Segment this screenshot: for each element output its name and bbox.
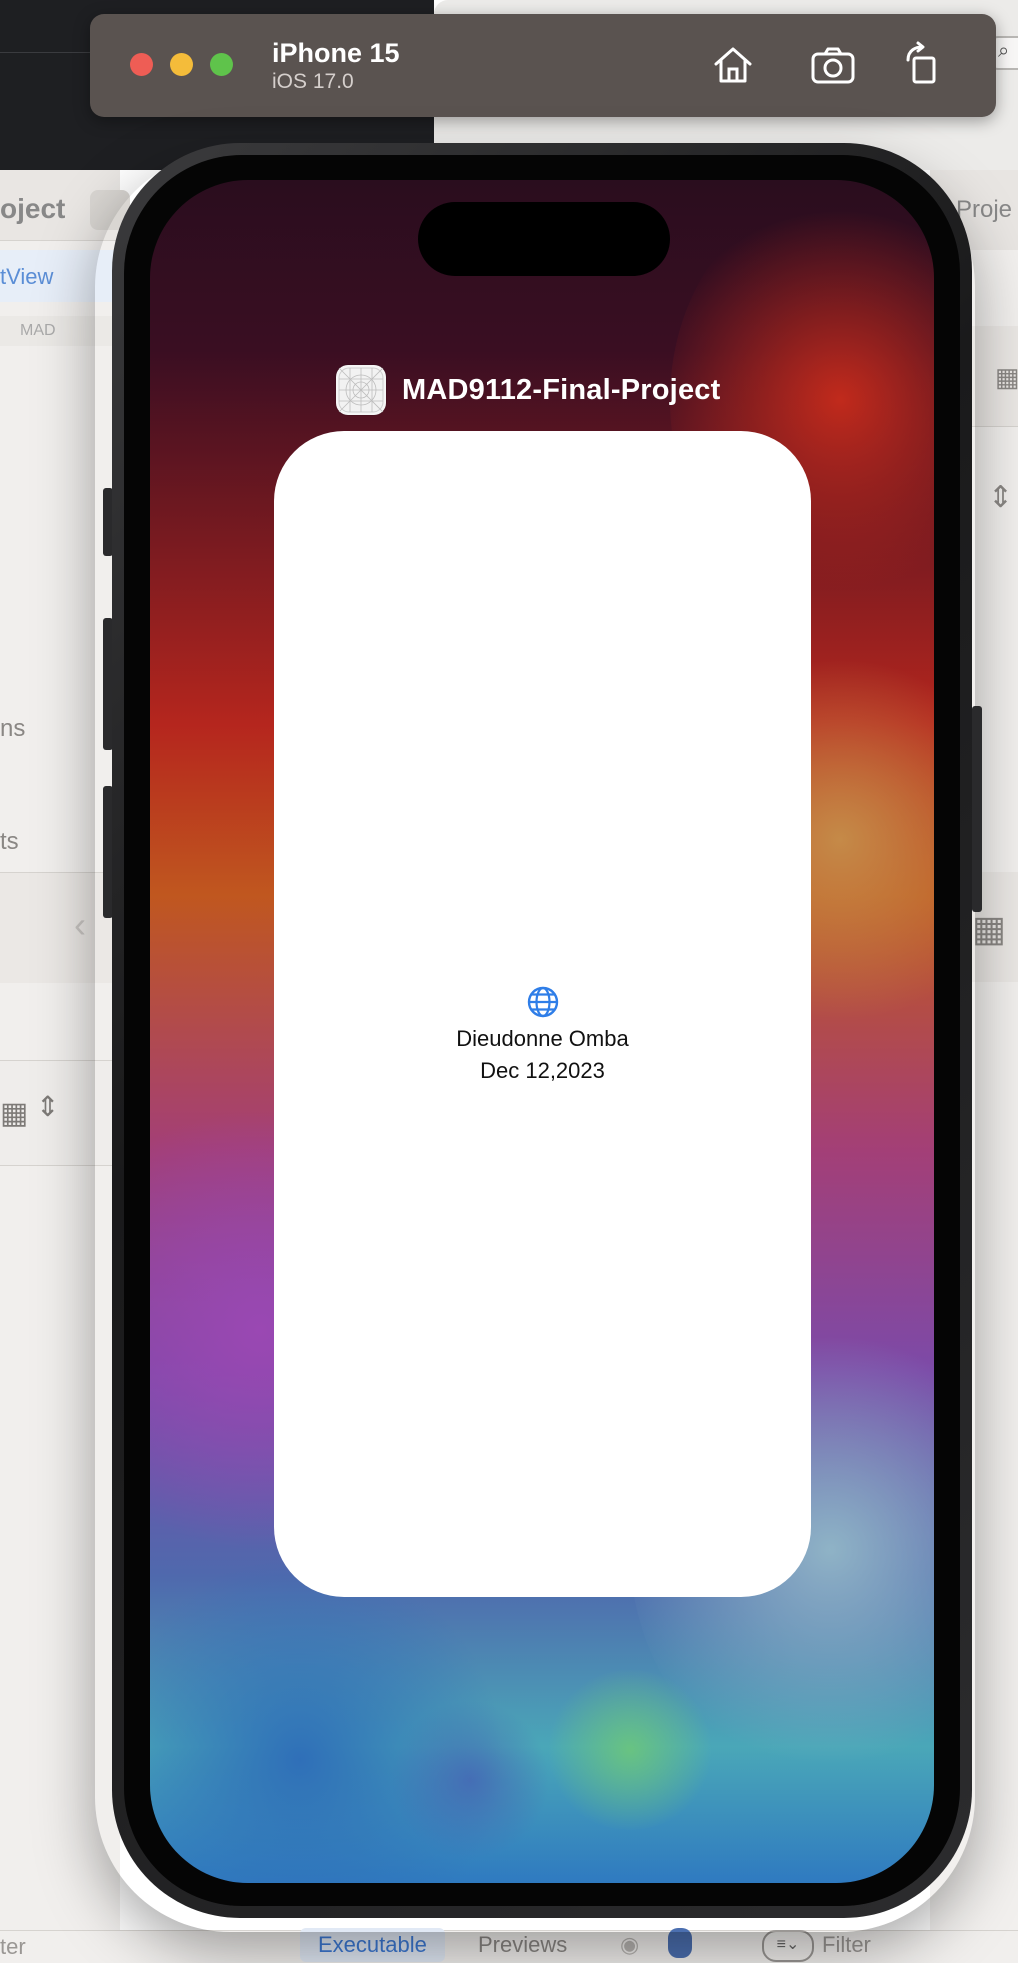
chevron-updown-icon[interactable]: ⇕ — [988, 480, 1013, 515]
screenshot-button[interactable] — [808, 40, 858, 90]
search-icon: ⌕ — [998, 40, 1010, 62]
os-version: iOS 17.0 — [272, 70, 354, 93]
author-name: Dieudonne Omba — [456, 1026, 629, 1051]
close-button[interactable] — [130, 53, 153, 76]
app-icon[interactable] — [336, 365, 386, 415]
grid-icon[interactable]: ▦ — [972, 908, 1006, 950]
chevron-left-icon[interactable]: ‹ — [74, 904, 86, 946]
previews-tab[interactable]: Previews — [478, 1932, 567, 1958]
camera-icon — [811, 47, 855, 84]
app-switcher-header[interactable]: MAD9112-Final-Project — [336, 364, 720, 416]
date-label: Dec 12,2023 — [480, 1058, 605, 1083]
jump-bar-label[interactable]: MAD — [20, 322, 56, 340]
blurred-dock-icon — [390, 1700, 550, 1860]
phone-screen[interactable]: MAD9112-Final-Project Dieudonne Omba Dec… — [150, 180, 934, 1883]
home-icon — [714, 47, 752, 83]
globe-icon — [526, 985, 560, 1019]
app-placeholder-grid-icon — [338, 367, 384, 413]
filter-field[interactable]: Filter — [822, 1932, 871, 1958]
filter-options-button[interactable]: ≡⌄ — [762, 1930, 814, 1962]
blurred-dock-icon — [545, 1670, 715, 1830]
app-name: MAD9112-Final-Project — [402, 373, 721, 406]
grid-icon[interactable]: ▦ — [995, 362, 1018, 393]
rotate-button[interactable] — [898, 40, 948, 90]
zoom-button[interactable] — [210, 53, 233, 76]
editor-tab-label[interactable]: tView — [0, 264, 53, 290]
rotate-icon — [906, 41, 936, 84]
toggle-icon[interactable] — [668, 1928, 692, 1958]
card-content: Dieudonne Omba Dec 12,2023 — [274, 985, 811, 1084]
eye-icon[interactable]: ◉ — [620, 1932, 639, 1958]
project-title-fragment: oject — [0, 193, 66, 224]
dynamic-island — [418, 202, 670, 276]
filter-label-left[interactable]: ter — [0, 1934, 26, 1960]
minimize-button[interactable] — [170, 53, 193, 76]
device-name: iPhone 15 — [272, 38, 400, 68]
app-preview-card[interactable]: Dieudonne Omba Dec 12,2023 — [274, 431, 811, 1597]
home-button[interactable] — [708, 40, 758, 90]
grid-icon[interactable]: ▦ — [0, 1096, 28, 1131]
chevron-updown-icon[interactable]: ⇕ — [36, 1090, 59, 1123]
navigator-item-label[interactable]: ts — [0, 828, 19, 856]
side-power-button[interactable] — [972, 706, 982, 912]
navigator-item-label[interactable]: ns — [0, 715, 25, 743]
executable-tab-label[interactable]: Executable — [318, 1932, 427, 1958]
